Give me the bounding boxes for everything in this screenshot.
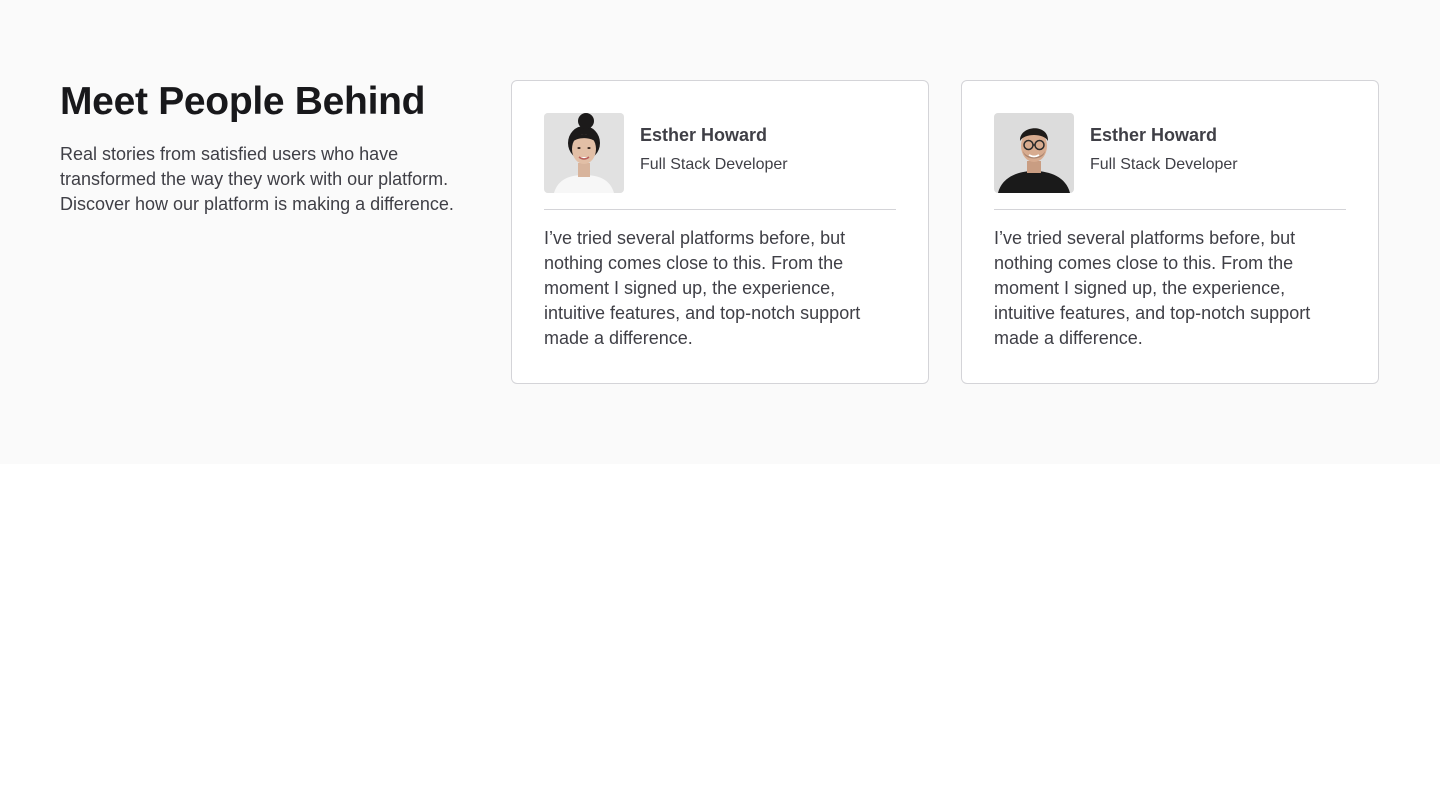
section-description: Real stories from satisfied users who ha… [60, 144, 454, 214]
testimonial-quote: I’ve tried several platforms before, but… [994, 228, 1311, 348]
author-info: Esther Howard Full Stack Developer [1090, 123, 1238, 175]
divider [544, 209, 896, 210]
avatar [544, 113, 624, 193]
testimonial-quote: I’ve tried several platforms before, but… [544, 228, 861, 348]
author-info: Esther Howard Full Stack Developer [640, 123, 788, 175]
author-role: Full Stack Developer [1090, 156, 1238, 173]
testimonial-card: Esther Howard Full Stack Developer I’ve … [961, 80, 1379, 384]
section-title: Meet People Behind [60, 80, 426, 123]
man-portrait-photo [994, 113, 1074, 193]
testimonials-section: Meet People Behind Real stories from sat… [0, 0, 1440, 464]
woman-portrait-photo [544, 113, 624, 193]
author-role: Full Stack Developer [640, 156, 788, 173]
testimonial-header: Esther Howard Full Stack Developer [994, 113, 1346, 193]
divider [994, 209, 1346, 210]
testimonial-header: Esther Howard Full Stack Developer [544, 113, 896, 193]
author-name: Esther Howard [1090, 125, 1218, 145]
section-intro: Meet People Behind Real stories from sat… [60, 80, 480, 217]
testimonial-card: Esther Howard Full Stack Developer I’ve … [511, 80, 929, 384]
author-name: Esther Howard [640, 125, 768, 145]
avatar [994, 113, 1074, 193]
